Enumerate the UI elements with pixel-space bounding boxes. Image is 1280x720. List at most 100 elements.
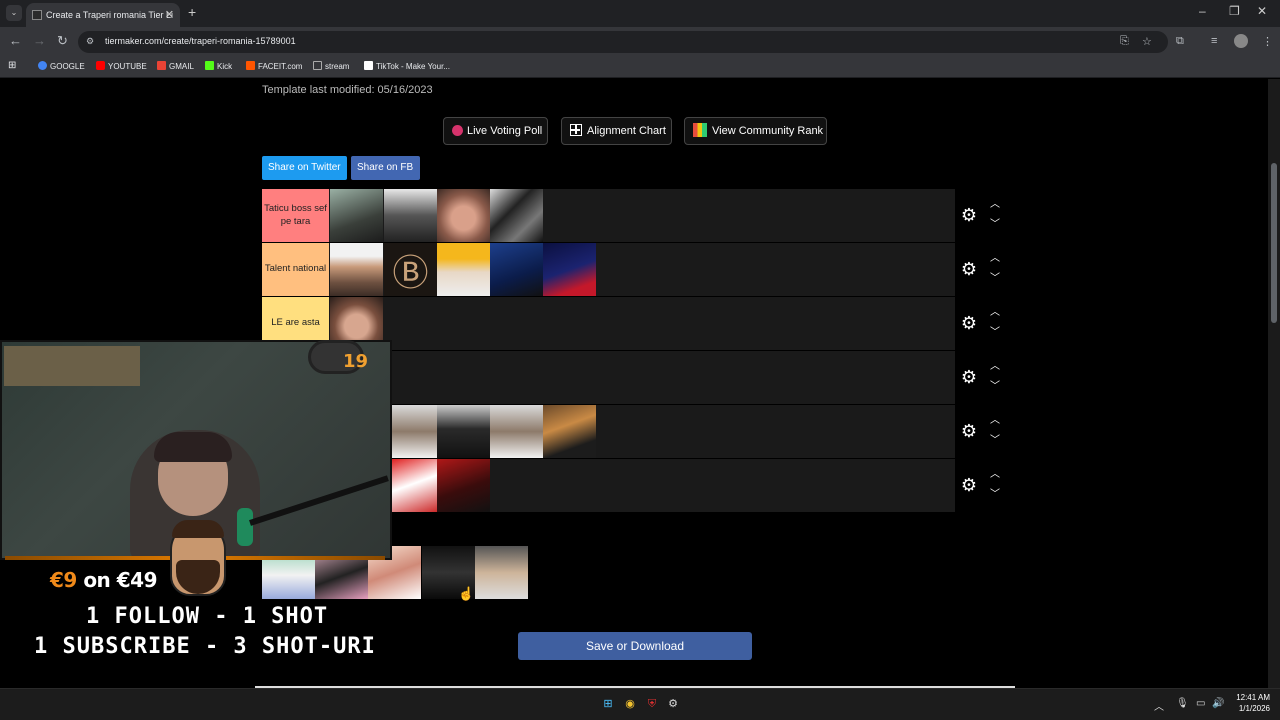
artist-thumbnail[interactable] bbox=[330, 243, 383, 296]
gmail-icon bbox=[157, 61, 166, 70]
new-tab-button[interactable]: + bbox=[188, 4, 196, 20]
artist-thumbnail[interactable] bbox=[437, 243, 490, 296]
chevron-up-icon[interactable]: ︿ bbox=[988, 195, 1002, 210]
translate-icon[interactable]: ⎘ bbox=[1120, 35, 1129, 48]
faceit-icon bbox=[246, 61, 255, 70]
artist-thumbnail[interactable] bbox=[490, 405, 543, 458]
view-community-rank-button[interactable]: View Community Rank bbox=[684, 117, 827, 145]
microphone-tray-icon[interactable]: 🎙 bbox=[1176, 698, 1189, 709]
menu-icon[interactable]: ⋮ bbox=[1262, 35, 1273, 48]
scrollbar-thumb[interactable] bbox=[1271, 163, 1277, 323]
chevron-down-icon[interactable]: ﹀ bbox=[988, 377, 1002, 392]
bookmark-star-icon[interactable]: ☆ bbox=[1142, 35, 1152, 48]
tier-controls-2: ⚙ ︿ ﹀ bbox=[955, 243, 1008, 296]
close-window-icon[interactable]: ✕ bbox=[1257, 4, 1267, 18]
gear-icon[interactable]: ⚙ bbox=[959, 259, 979, 279]
restore-icon[interactable]: ❐ bbox=[1229, 4, 1240, 18]
tiktok-icon bbox=[364, 61, 373, 70]
settings-icon[interactable]: ⚙ bbox=[665, 696, 681, 712]
tab-tiermaker[interactable]: Create a Traperi romania Tier Li ✕ bbox=[26, 3, 180, 27]
artist-thumbnail[interactable] bbox=[437, 405, 490, 458]
timer-badge: 19 bbox=[343, 351, 369, 372]
tier-controls-3: ⚙ ︿ ﹀ bbox=[955, 297, 1008, 350]
gear-icon[interactable]: ⚙ bbox=[959, 205, 979, 225]
alignment-chart-button[interactable]: Alignment Chart bbox=[561, 117, 672, 145]
microphone-icon bbox=[237, 508, 253, 546]
chrome-icon[interactable]: ◉ bbox=[622, 696, 638, 712]
share-twitter-button[interactable]: Share on Twitter bbox=[262, 156, 347, 180]
kick-icon bbox=[205, 61, 214, 70]
tier-label-2[interactable]: Talent national bbox=[262, 243, 329, 296]
forward-icon[interactable]: → bbox=[33, 33, 46, 48]
url-text[interactable]: tiermaker.com/create/traperi-romania-157… bbox=[105, 36, 296, 46]
chevron-down-icon[interactable]: ﹀ bbox=[988, 269, 1002, 284]
bookmark-stream[interactable]: stream bbox=[313, 61, 349, 71]
logo-thumbnail[interactable]: Ⓑ bbox=[384, 243, 437, 296]
artist-thumbnail[interactable] bbox=[437, 459, 490, 512]
grid-icon bbox=[570, 124, 582, 136]
back-icon[interactable]: ← bbox=[9, 33, 22, 48]
artist-thumbnail[interactable] bbox=[330, 189, 383, 242]
chevron-down-icon[interactable]: ﹀ bbox=[988, 323, 1002, 338]
folder-icon bbox=[313, 61, 322, 70]
bookmark-faceit[interactable]: FACEIT.com bbox=[246, 61, 302, 71]
gear-icon[interactable]: ⚙ bbox=[959, 421, 979, 441]
chevron-up-icon[interactable]: ︿ bbox=[988, 411, 1002, 426]
bookmark-tiktok[interactable]: TikTok - Make Your... bbox=[364, 61, 450, 71]
chevron-up-icon[interactable]: ︿ bbox=[988, 357, 1002, 372]
tier-label-1[interactable]: Taticu boss sef pe tara bbox=[262, 189, 329, 242]
artist-thumbnail[interactable] bbox=[490, 189, 543, 242]
template-modified: Template last modified: 05/16/2023 bbox=[262, 84, 433, 96]
reload-icon[interactable]: ↻ bbox=[57, 33, 68, 49]
google-icon bbox=[38, 61, 47, 70]
share-fb-button[interactable]: Share on FB bbox=[351, 156, 420, 180]
extensions-icon[interactable]: ⧉ bbox=[1176, 35, 1184, 48]
bookmark-kick[interactable]: Kick bbox=[205, 61, 232, 71]
network-icon[interactable]: ▭ bbox=[1196, 698, 1205, 709]
bookmark-gmail[interactable]: GMAIL bbox=[157, 61, 194, 71]
app-shield-icon[interactable]: ⛨ bbox=[644, 696, 660, 712]
volume-icon[interactable]: 🔊 bbox=[1212, 698, 1224, 709]
tier-controls-6: ⚙ ︿ ﹀ bbox=[955, 459, 1008, 512]
chevron-down-icon[interactable]: ﹀ bbox=[988, 431, 1002, 446]
tab-search-icon[interactable]: ⌄ bbox=[6, 5, 22, 21]
donation-goal: €9 on €49 bbox=[50, 568, 158, 592]
youtube-icon bbox=[96, 61, 105, 70]
mouse-cursor-icon: ☝ bbox=[458, 586, 475, 601]
taskbar bbox=[0, 688, 1280, 720]
profile-avatar[interactable] bbox=[1234, 34, 1248, 48]
bookmark-google[interactable]: GOOGLE bbox=[38, 61, 85, 71]
chevron-down-icon[interactable]: ﹀ bbox=[988, 485, 1002, 500]
streamer-hair bbox=[154, 432, 232, 462]
save-download-button[interactable]: Save or Download bbox=[518, 632, 752, 660]
artist-thumbnail[interactable] bbox=[543, 405, 596, 458]
artist-thumbnail[interactable] bbox=[490, 243, 543, 296]
windows-start-icon[interactable]: ⊞ bbox=[600, 696, 616, 712]
tier-controls-4: ⚙ ︿ ﹀ bbox=[955, 351, 1008, 404]
tier-controls-1: ⚙ ︿ ﹀ bbox=[955, 189, 1008, 242]
artist-thumbnail[interactable] bbox=[437, 189, 490, 242]
chevron-up-icon[interactable]: ︿ bbox=[988, 249, 1002, 264]
apps-grid-icon[interactable]: ⊞ bbox=[8, 60, 16, 71]
artist-thumbnail[interactable] bbox=[543, 243, 596, 296]
chevron-up-icon[interactable]: ︿ bbox=[988, 465, 1002, 480]
site-info-icon[interactable]: ⚙ bbox=[86, 36, 97, 47]
tier-controls-5: ⚙ ︿ ﹀ bbox=[955, 405, 1008, 458]
chevron-up-icon[interactable]: ︿ bbox=[988, 303, 1002, 318]
minimize-icon[interactable]: – bbox=[1199, 4, 1206, 18]
live-voting-poll-button[interactable]: Live Voting Poll bbox=[443, 117, 548, 145]
gear-icon[interactable]: ⚙ bbox=[959, 367, 979, 387]
tier-grid-icon bbox=[693, 123, 707, 137]
artist-thumbnail[interactable] bbox=[475, 546, 528, 599]
chevron-down-icon[interactable]: ﹀ bbox=[988, 215, 1002, 230]
close-tab-icon[interactable]: ✕ bbox=[165, 3, 174, 27]
gear-icon[interactable]: ⚙ bbox=[959, 313, 979, 333]
avatar-hair bbox=[172, 520, 224, 538]
gear-icon[interactable]: ⚙ bbox=[959, 475, 979, 495]
bookmark-youtube[interactable]: YOUTUBE bbox=[96, 61, 147, 71]
artist-thumbnail[interactable] bbox=[384, 189, 437, 242]
system-clock[interactable]: 12:41 AM 1/1/2026 bbox=[1226, 692, 1270, 714]
tab-title: Create a Traperi romania Tier Li bbox=[46, 10, 174, 20]
chevron-up-tray-icon[interactable]: ︿ bbox=[1154, 698, 1164, 713]
media-icon[interactable]: ≡ bbox=[1211, 35, 1217, 47]
